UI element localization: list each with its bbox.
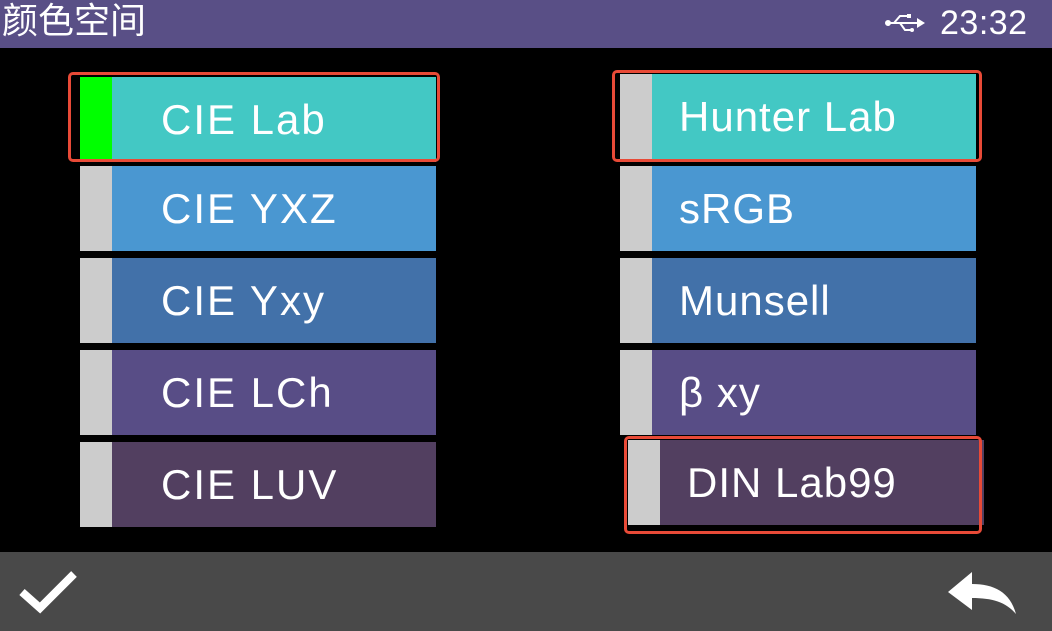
highlight-box [68,72,440,162]
option-label: Munsell [679,277,831,324]
selection-marker [620,258,652,343]
highlight-box [624,436,982,534]
title-bar: 颜色空间 23:32 [0,0,1052,48]
return-arrow-icon[interactable] [946,570,1018,616]
bottom-toolbar [0,552,1052,631]
page-title: 颜色空间 [2,1,147,42]
option-label: CIE Yxy [161,277,326,324]
option-cie-yxz[interactable]: CIE YXZ [80,166,436,251]
option-munsell[interactable]: Munsell [620,258,976,343]
option-label: CIE LUV [161,461,339,508]
selection-marker [80,442,112,527]
option-cie-lch[interactable]: CIE LCh [80,350,436,435]
option-label: CIE YXZ [161,185,338,232]
option-cie-yxy[interactable]: CIE Yxy [80,258,436,343]
color-space-list: CIE Lab CIE YXZ CIE Yxy CIE LCh CIE LUV … [0,48,1052,552]
option-beta-xy[interactable]: β xy [620,350,976,435]
highlight-box [612,70,982,162]
selection-marker [620,166,652,251]
selection-marker [80,166,112,251]
option-label: sRGB [679,185,796,232]
option-srgb[interactable]: sRGB [620,166,976,251]
checkmark-icon[interactable] [18,570,78,614]
selection-marker [620,350,652,435]
usb-icon [885,14,925,32]
option-label: β xy [679,369,761,416]
selection-marker [80,258,112,343]
option-cie-luv[interactable]: CIE LUV [80,442,436,527]
clock: 23:32 [940,4,1028,42]
selection-marker [80,350,112,435]
option-label: CIE LCh [161,369,334,416]
